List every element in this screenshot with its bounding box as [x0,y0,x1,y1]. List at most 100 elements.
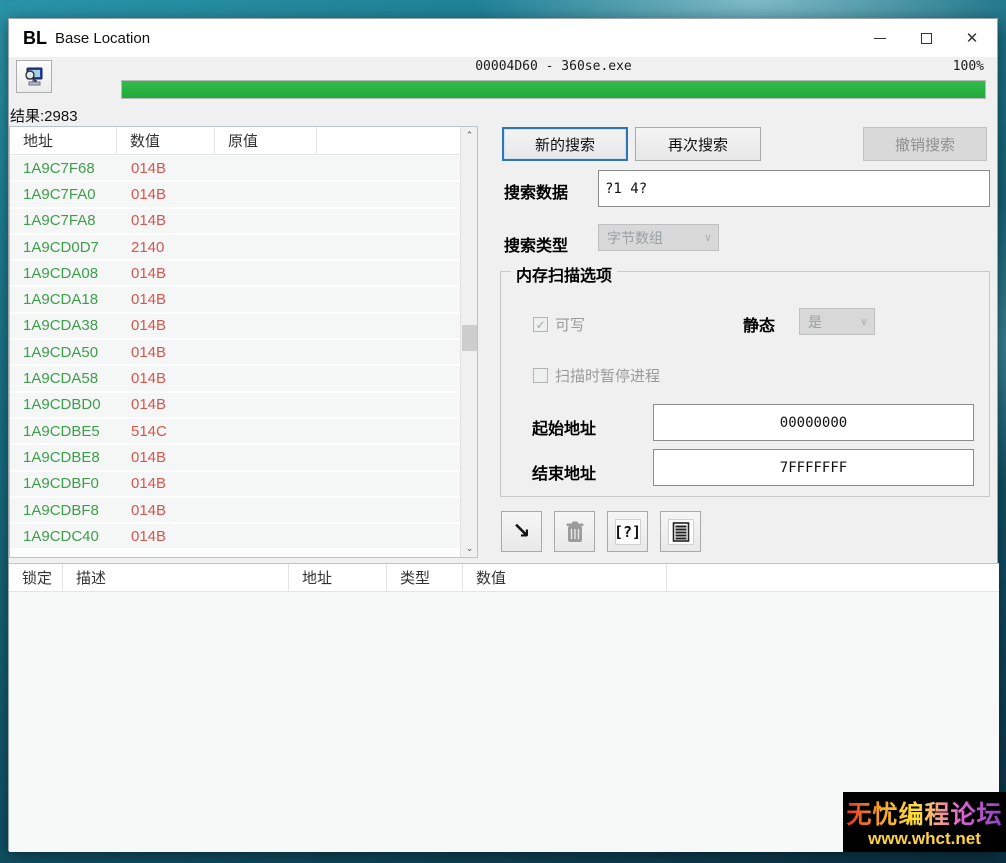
result-value: 014B [118,475,216,492]
writable-checkbox: ✓ [533,317,548,332]
result-row[interactable]: 1A9CDA50 014B [10,340,460,366]
column-header-value[interactable]: 数值 [463,564,667,591]
start-address-label: 起始地址 [532,415,596,439]
close-button[interactable]: ✕ [949,19,995,57]
result-row[interactable]: 1A9C7FA8 014B [10,209,460,235]
chevron-down-icon: ∨ [860,315,868,328]
chevron-down-icon: ∨ [704,231,712,244]
arrow-down-right-icon: ↘ [512,520,530,542]
bracket-question-icon: [?] [614,523,641,541]
result-row[interactable]: 1A9CDA18 014B [10,287,460,313]
search-data-label: 搜索数据 [504,179,568,203]
result-value: 2140 [118,239,216,256]
forum-watermark: 无忧编程论坛 www.whct.net [843,792,1006,852]
minimize-button[interactable] [857,19,903,57]
app-logo-icon: BL [23,28,47,49]
result-value: 014B [118,212,216,229]
next-search-button[interactable]: 再次搜索 [635,127,761,161]
column-header-address[interactable]: 地址 [10,127,117,154]
memory-scan-options-title: 内存扫描选项 [511,262,617,286]
result-value: 014B [118,160,216,177]
result-address: 1A9CD0D7 [23,239,118,256]
writable-label: 可写 [555,314,585,335]
static-dropdown: 是 ∨ [799,308,875,335]
end-address-input[interactable] [653,449,974,486]
static-value: 是 [808,312,822,332]
unknown-value-search-button[interactable]: [?] [607,511,648,552]
watch-list-header-row: 锁定 描述 地址 类型 数值 [9,564,999,592]
result-row[interactable]: 1A9CDBE5 514C [10,419,460,445]
start-address-input[interactable] [653,404,974,441]
result-row[interactable]: 1A9C7F68 014B [10,156,460,182]
result-value: 014B [118,449,216,466]
progress-percent-label: 100% [953,59,984,74]
add-to-list-button[interactable]: ↘ [501,511,542,552]
column-header-type[interactable]: 类型 [387,564,463,591]
column-header-spacer [667,564,999,591]
maximize-icon [921,33,932,44]
trash-icon [564,520,586,544]
result-address: 1A9CDA38 [23,317,118,334]
result-row[interactable]: 1A9CDA08 014B [10,261,460,287]
writable-option: ✓ 可写 [533,314,585,335]
result-row[interactable]: 1A9CDBE8 014B [10,445,460,471]
result-address: 1A9C7F68 [23,160,118,177]
search-type-dropdown: 字节数组 ∨ [598,224,719,251]
result-value: 514C [118,423,216,440]
scrollbar-thumb[interactable] [462,325,477,351]
watermark-title: 无忧编程论坛 [846,795,1002,831]
result-address: 1A9CDA50 [23,344,118,361]
select-process-button[interactable] [16,60,52,93]
result-value: 014B [118,344,216,361]
result-value: 014B [118,291,216,308]
results-scrollbar[interactable]: ⌃ ⌄ [460,127,477,557]
result-row[interactable]: 1A9CDA58 014B [10,366,460,392]
titlebar: BL Base Location ✕ [9,19,997,57]
column-header-address[interactable]: 地址 [289,564,387,591]
pause-while-scan-option: 扫描时暂停进程 [533,365,660,386]
result-row[interactable]: 1A9CDBF0 014B [10,472,460,498]
pause-while-scan-label: 扫描时暂停进程 [555,365,660,386]
end-address-label: 结束地址 [532,460,596,484]
results-body: 1A9C7F68 014B 1A9C7FA0 014B 1A9C7FA8 014… [10,156,460,557]
pause-while-scan-checkbox [533,368,548,383]
result-value: 014B [118,186,216,203]
result-value: 014B [118,317,216,334]
desktop-background: BL Base Location ✕ 00004D60 - 3 [0,0,1006,863]
result-row[interactable]: 1A9CDA38 014B [10,314,460,340]
memory-scan-options-group: 内存扫描选项 ✓ 可写 静态 是 ∨ 扫描时暂停进程 起始地址 结束地址 [500,271,990,497]
scroll-up-icon[interactable]: ⌃ [461,127,478,144]
search-data-input[interactable] [598,170,990,207]
watermark-url: www.whct.net [868,829,981,849]
result-row[interactable]: 1A9CDBF8 014B [10,498,460,524]
result-row[interactable]: 1A9C7FA0 014B [10,182,460,208]
result-address: 1A9CDBE8 [23,449,118,466]
window-title: Base Location [55,30,150,47]
result-value: 014B [118,265,216,282]
app-window: BL Base Location ✕ 00004D60 - 3 [8,18,998,851]
new-search-button[interactable]: 新的搜索 [502,127,628,161]
result-row[interactable]: 1A9CDC40 014B [10,524,460,550]
column-header-description[interactable]: 描述 [63,564,289,591]
computer-icon [23,67,45,87]
result-address: 1A9CDBD0 [23,396,118,413]
window-controls: ✕ [857,19,995,57]
result-address: 1A9CDA08 [23,265,118,282]
results-header-row: 地址 数值 原值 [10,127,477,155]
attached-process-label: 00004D60 - 360se.exe [121,59,986,74]
minimize-icon [874,38,886,39]
result-address: 1A9CDBF0 [23,475,118,492]
result-value: 014B [118,396,216,413]
column-header-value[interactable]: 数值 [117,127,215,154]
scroll-down-icon[interactable]: ⌄ [461,540,478,557]
memory-view-button[interactable] [660,511,701,552]
results-count-label: 结果:2983 [10,105,78,126]
delete-results-button[interactable] [554,511,595,552]
result-row[interactable]: 1A9CDBD0 014B [10,393,460,419]
maximize-button[interactable] [903,19,949,57]
result-address: 1A9CDA58 [23,370,118,387]
scan-progress-bar [121,80,986,99]
column-header-lock[interactable]: 锁定 [9,564,63,591]
result-row[interactable]: 1A9CD0D7 2140 [10,235,460,261]
column-header-original[interactable]: 原值 [215,127,317,154]
